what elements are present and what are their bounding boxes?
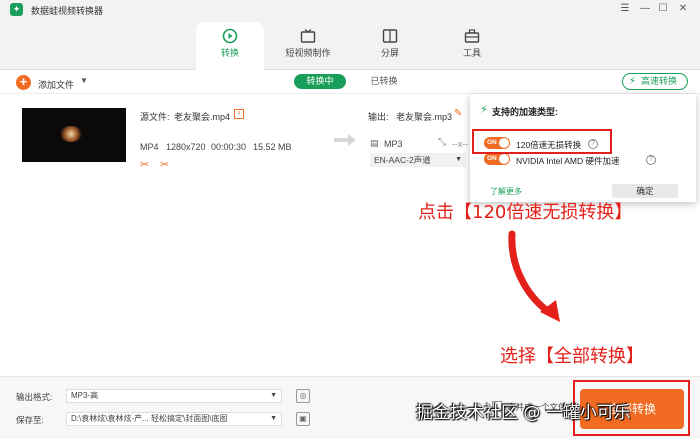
help-icon[interactable]: ? <box>646 155 656 165</box>
popup-title: 支持的加速类型: <box>492 107 558 117</box>
watermark: 掘金技术社区 @ 一罐小可乐 <box>416 403 631 423</box>
chevron-down-icon: ▼ <box>270 392 277 399</box>
app-logo-icon: ✦ <box>10 3 23 16</box>
lightning-icon: ⚡ <box>629 76 637 87</box>
option-hardware-accel-label: NVIDIA Intel AMD 硬件加速 <box>516 156 620 166</box>
toggle-state: ON <box>487 155 497 162</box>
audio-track-select[interactable]: EN-AAC-2声道 ▼ <box>370 153 466 167</box>
minimize-button[interactable]: — <box>638 2 652 16</box>
tab-label: 短视频制作 <box>285 48 331 58</box>
arrow-right-icon <box>334 134 356 146</box>
source-size: 15.52 MB <box>253 142 292 152</box>
format-icon: ▤ <box>370 138 379 148</box>
output-dimensions: --x-- <box>452 139 469 149</box>
save-to-label: 保存至: <box>16 415 44 425</box>
add-file-button[interactable]: 添加文件 <box>38 78 74 91</box>
menu-icon[interactable]: ☰ <box>618 2 632 16</box>
tab-tools[interactable]: 工具 <box>438 22 506 70</box>
highlight-box-option <box>472 129 612 154</box>
confirm-button[interactable]: 确定 <box>612 184 678 198</box>
tab-converted[interactable]: 已转换 <box>364 74 404 89</box>
output-format[interactable]: MP3 <box>384 139 403 149</box>
tab-label: 转换 <box>220 48 239 58</box>
instruction-step-1: 点击【120倍速无损转换】 <box>418 202 633 223</box>
output-format-select[interactable]: MP3-高 ▼ <box>66 389 282 403</box>
enhance-icon[interactable]: ✂ <box>140 158 149 171</box>
tab-label: 分屏 <box>380 48 399 58</box>
info-icon[interactable]: i <box>234 109 244 119</box>
source-file-name: 老友聚会.mp4 <box>174 112 231 122</box>
high-speed-convert-label: 高速转换 <box>641 76 678 86</box>
tab-label: 工具 <box>462 48 481 58</box>
convert-icon <box>222 28 238 44</box>
instruction-step-2: 选择【全部转换】 <box>500 346 644 367</box>
split-screen-icon <box>382 29 398 43</box>
tv-icon <box>300 29 316 43</box>
save-path-value: D:\袁林炫\袁林炫-产... 轻松搞定\封面图\底图 <box>71 414 228 423</box>
source-format: MP4 <box>140 142 159 152</box>
format-settings-icon[interactable]: ◎ <box>296 389 310 403</box>
toolbar: + 添加文件 ▼ 转换中 已转换 ⚡ 高速转换 <box>0 70 700 94</box>
tab-converting[interactable]: 转换中 <box>294 74 346 89</box>
resize-icon: ⤡ <box>438 137 446 148</box>
curved-arrow-icon <box>508 230 560 322</box>
high-speed-convert-button[interactable]: ⚡ 高速转换 <box>622 73 688 90</box>
learn-more-link[interactable]: 了解更多 <box>490 186 522 197</box>
tab-convert[interactable]: 转换 <box>196 22 264 70</box>
toggle-hardware-accel[interactable]: ON <box>484 153 510 165</box>
add-file-plus-icon[interactable]: + <box>16 75 31 90</box>
cut-icon[interactable]: ✂ <box>160 158 169 171</box>
source-file-label: 源文件: <box>140 112 170 122</box>
maximize-button[interactable]: ☐ <box>656 2 670 16</box>
audio-track-value: EN-AAC-2声道 <box>374 155 431 165</box>
tab-split-screen[interactable]: 分屏 <box>356 22 424 70</box>
app-title: 数据蛙视频转换器 <box>31 6 104 16</box>
output-format-value: MP3-高 <box>71 391 99 400</box>
source-duration: 00:00:30 <box>211 142 247 152</box>
output-file-name: 老友聚会.mp3 <box>396 112 453 122</box>
chevron-down-icon[interactable]: ▼ <box>80 76 88 85</box>
close-button[interactable]: ✕ <box>676 2 690 16</box>
tab-short-video[interactable]: 短视频制作 <box>274 22 342 70</box>
chevron-down-icon: ▼ <box>270 415 277 422</box>
toolbox-icon <box>464 29 480 43</box>
main-nav: 转换 短视频制作 分屏 工具 <box>0 18 700 70</box>
source-resolution: 1280x720 <box>166 142 206 152</box>
output-format-label: 输出格式: <box>16 392 53 402</box>
video-thumbnail[interactable] <box>22 108 126 162</box>
chevron-down-icon: ▼ <box>455 156 462 163</box>
output-label: 输出: <box>368 112 389 122</box>
edit-icon[interactable]: ✎ <box>454 108 462 119</box>
folder-icon[interactable]: ▣ <box>296 412 310 426</box>
save-path-select[interactable]: D:\袁林炫\袁林炫-产... 轻松搞定\封面图\底图 ▼ <box>66 412 282 426</box>
lightning-icon: ⚡ <box>480 104 488 116</box>
title-bar: ✦ 数据蛙视频转换器 ☰ — ☐ ✕ <box>0 0 700 18</box>
